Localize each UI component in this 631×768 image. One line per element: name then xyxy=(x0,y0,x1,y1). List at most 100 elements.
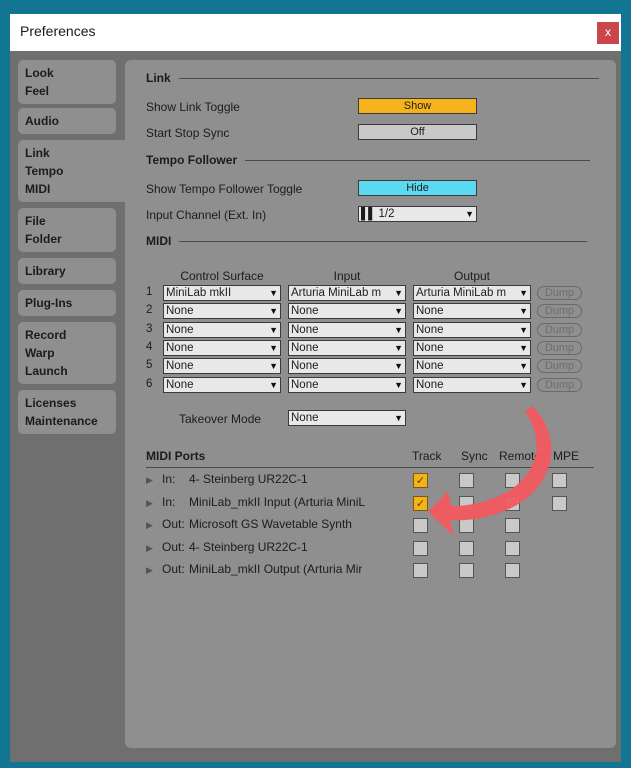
sync-checkbox[interactable] xyxy=(459,518,474,533)
select-value: Arturia MiniLab m xyxy=(291,287,382,299)
show-link-toggle-button[interactable]: Show xyxy=(358,98,477,114)
port-direction: Out: xyxy=(162,517,185,531)
start-stop-sync-button[interactable]: Off xyxy=(358,124,477,140)
port-direction: Out: xyxy=(162,539,185,554)
midi-port-row[interactable]: ▶ Out: 4- Steinberg UR22C-1 xyxy=(146,540,308,556)
input-channel-select[interactable]: ▌▌ 1/2 ▼ xyxy=(358,206,477,222)
sidebar-tab-record-warp-launch[interactable]: Record Warp Launch xyxy=(18,322,116,384)
select-value: None xyxy=(416,323,444,336)
control-surface-column-header: Control Surface xyxy=(180,269,264,283)
midi-input-select[interactable]: None ▼ xyxy=(288,376,406,393)
close-button[interactable]: x xyxy=(597,22,619,44)
main-panel: Link Show Link Toggle Show Start Stop Sy… xyxy=(125,60,616,748)
sidebar-tab-label: Warp xyxy=(25,346,55,360)
dump-button[interactable]: Dump xyxy=(537,340,582,355)
midi-input-select[interactable]: None ▼ xyxy=(288,321,406,338)
midi-input-select[interactable]: Arturia MiniLab m ▼ xyxy=(288,285,406,301)
sidebar-tab-label: Record xyxy=(25,328,67,342)
sidebar-tab-library[interactable]: Library xyxy=(18,258,116,284)
midi-input-select[interactable]: None ▼ xyxy=(288,303,406,320)
dump-button[interactable]: Dump xyxy=(537,377,582,392)
midi-output-select[interactable]: Arturia MiniLab m ▼ xyxy=(413,285,531,301)
midi-input-select[interactable]: None ▼ xyxy=(288,339,406,356)
sync-checkbox[interactable] xyxy=(459,495,474,511)
remote-checkbox[interactable] xyxy=(505,540,520,556)
expand-triangle-icon[interactable]: ▶ xyxy=(146,543,162,554)
sidebar-tab-label: Feel xyxy=(25,84,50,98)
midi-surface-select[interactable]: None ▼ xyxy=(163,339,281,356)
output-column-header: Output xyxy=(453,269,491,283)
dump-button[interactable]: Dump xyxy=(537,359,582,374)
chevron-down-icon: ▼ xyxy=(519,324,528,335)
midi-section-heading: MIDI xyxy=(146,234,588,248)
midi-output-select[interactable]: None ▼ xyxy=(413,321,531,338)
midi-surface-select[interactable]: None ▼ xyxy=(163,321,281,338)
track-checkbox[interactable]: ✓ xyxy=(413,473,428,488)
track-checkbox[interactable] xyxy=(413,563,428,578)
sidebar-tab-file-folder[interactable]: File Folder xyxy=(18,208,116,252)
select-value: None xyxy=(416,360,444,373)
remote-checkbox[interactable] xyxy=(505,495,520,511)
mpe-checkbox[interactable] xyxy=(552,495,567,511)
midi-port-row[interactable]: ▶ Out: Microsoft GS Wavetable Synth xyxy=(146,517,352,533)
midi-surface-select[interactable]: None ▼ xyxy=(163,358,281,375)
divider xyxy=(179,240,588,242)
expand-triangle-icon[interactable]: ▶ xyxy=(146,475,162,486)
select-value: None xyxy=(291,341,319,354)
window-title: Preferences xyxy=(20,23,96,39)
chevron-down-icon: ▼ xyxy=(269,306,278,317)
track-checkbox[interactable] xyxy=(413,518,428,533)
chevron-down-icon: ▼ xyxy=(269,342,278,353)
midi-output-select[interactable]: None ▼ xyxy=(413,358,531,375)
chevron-down-icon: ▼ xyxy=(394,324,403,335)
select-value: None xyxy=(291,378,319,391)
expand-triangle-icon[interactable]: ▶ xyxy=(146,565,162,576)
midi-row-number: 2 xyxy=(146,304,153,317)
dump-button[interactable]: Dump xyxy=(537,304,582,319)
track-checkbox[interactable] xyxy=(413,540,428,556)
takeover-mode-select[interactable]: None ▼ xyxy=(288,410,406,426)
sync-checkbox[interactable] xyxy=(459,540,474,556)
dump-button[interactable]: Dump xyxy=(537,286,582,300)
select-value: None xyxy=(166,378,194,391)
port-direction: In: xyxy=(162,472,176,486)
dump-button[interactable]: Dump xyxy=(537,322,582,337)
midi-port-row[interactable]: ▶ In: MiniLab_mkII Input (Arturia MiniL xyxy=(146,495,365,511)
sidebar-tab-audio[interactable]: Audio xyxy=(18,108,116,134)
midi-input-select[interactable]: None ▼ xyxy=(288,358,406,375)
sidebar-tab-link-tempo-midi[interactable]: Link Tempo MIDI xyxy=(18,140,128,202)
midi-port-row[interactable]: ▶ Out: MiniLab_mkII Output (Arturia Mir xyxy=(146,562,362,578)
title-bar: Preferences x xyxy=(10,14,621,51)
mpe-column-header: MPE xyxy=(553,449,580,463)
midi-output-select[interactable]: None ▼ xyxy=(413,376,531,393)
chevron-down-icon: ▼ xyxy=(519,361,528,372)
chevron-down-icon: ▼ xyxy=(394,379,403,390)
track-checkbox[interactable]: ✓ xyxy=(413,495,428,511)
remote-checkbox[interactable] xyxy=(505,518,520,533)
sidebar-tab-plug-ins[interactable]: Plug-Ins xyxy=(18,290,116,316)
midi-surface-select[interactable]: MiniLab mkII ▼ xyxy=(163,285,281,301)
divider xyxy=(178,77,599,79)
show-tempo-follower-toggle-button[interactable]: Hide xyxy=(358,180,477,196)
midi-output-select[interactable]: None ▼ xyxy=(413,303,531,320)
sync-checkbox[interactable] xyxy=(459,473,474,488)
midi-row-number: 1 xyxy=(146,286,153,298)
midi-port-row[interactable]: ▶ In: 4- Steinberg UR22C-1 xyxy=(146,472,308,488)
midi-surface-select[interactable]: None ▼ xyxy=(163,376,281,393)
remote-checkbox[interactable] xyxy=(505,563,520,578)
preferences-window: Preferences x Look Feel Audio Link Tempo MIDI… xyxy=(10,14,621,762)
midi-output-select[interactable]: None ▼ xyxy=(413,339,531,356)
mpe-checkbox[interactable] xyxy=(552,473,567,488)
expand-triangle-icon[interactable]: ▶ xyxy=(146,498,162,509)
sync-checkbox[interactable] xyxy=(459,563,474,578)
input-channel-value: 1/2 xyxy=(378,208,395,220)
sidebar-tab-licenses-maintenance[interactable]: Licenses Maintenance xyxy=(18,390,116,434)
show-tempo-follower-toggle-label: Show Tempo Follower Toggle xyxy=(146,182,303,196)
chevron-down-icon: ▼ xyxy=(394,306,403,317)
divider xyxy=(146,467,594,468)
midi-surface-select[interactable]: None ▼ xyxy=(163,303,281,320)
remote-checkbox[interactable] xyxy=(505,473,520,488)
port-name: MiniLab_mkII Input (Arturia MiniL xyxy=(189,494,366,509)
sidebar-tab-look-feel[interactable]: Look Feel xyxy=(18,60,116,104)
expand-triangle-icon[interactable]: ▶ xyxy=(146,520,162,531)
